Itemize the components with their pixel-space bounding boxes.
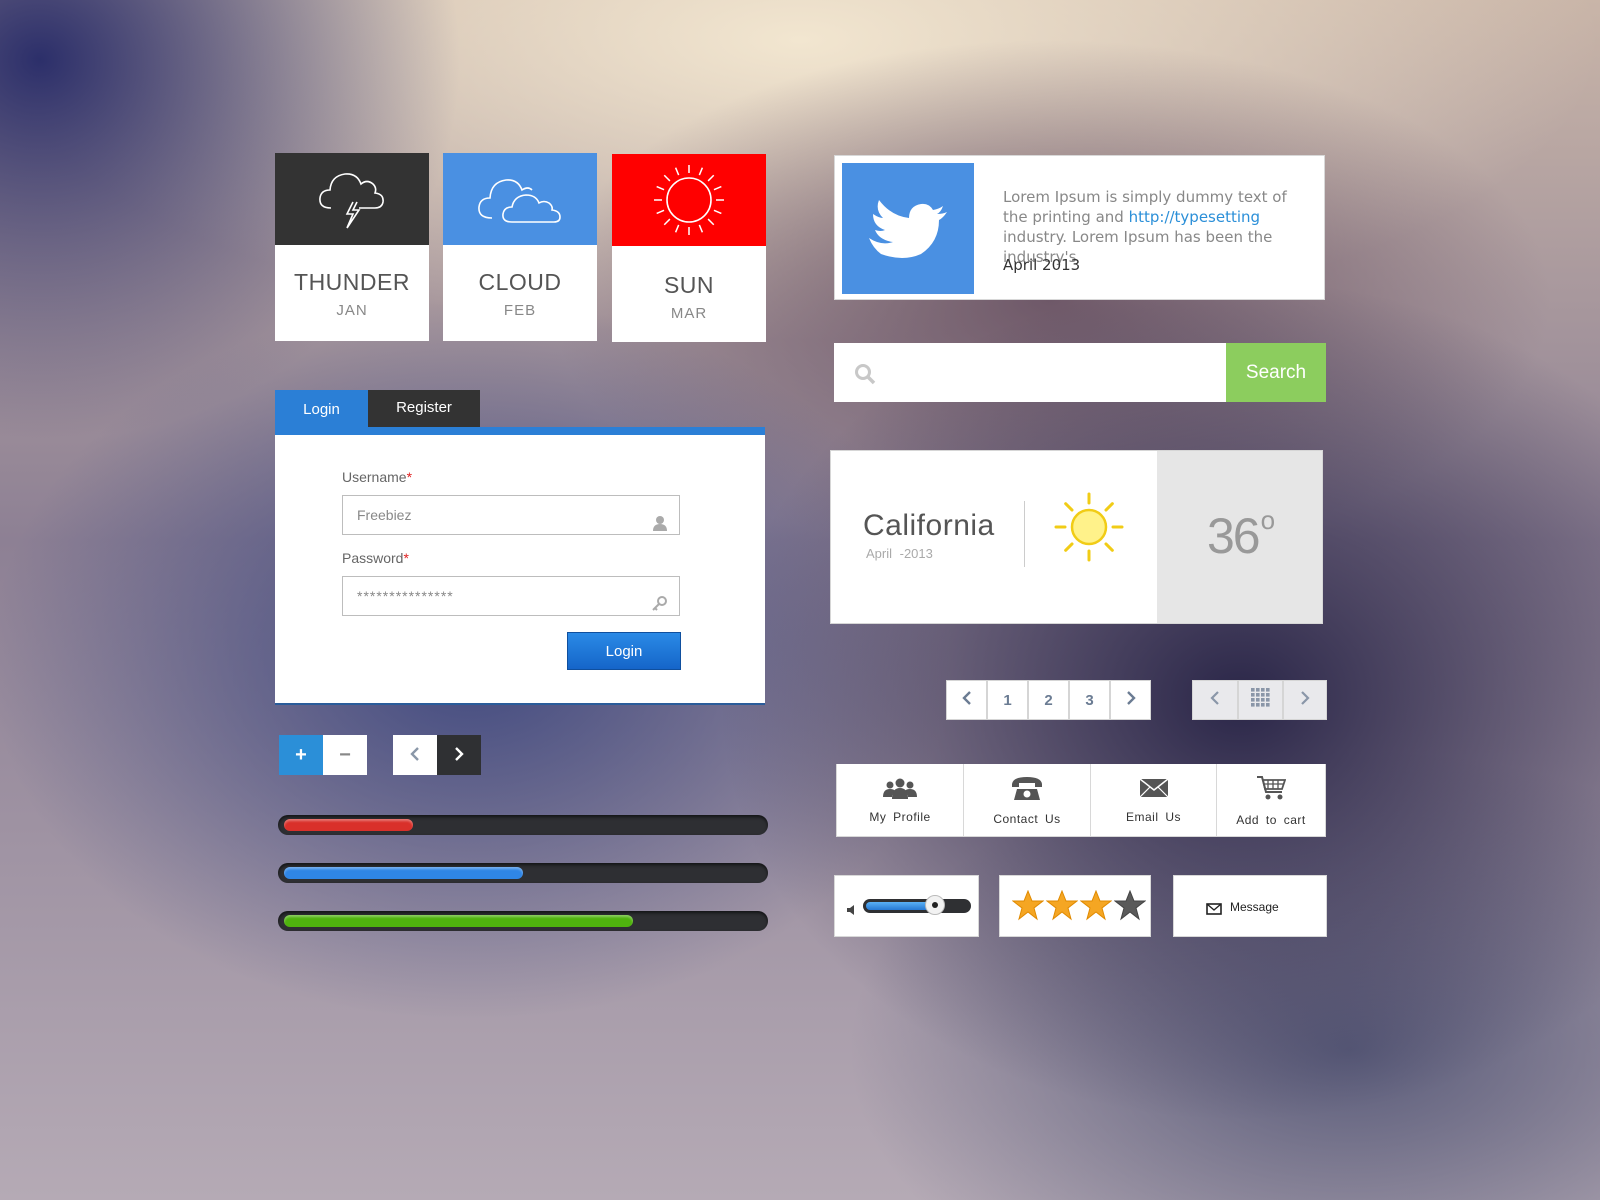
star-empty-icon[interactable] — [1113, 889, 1147, 927]
chevron-right-icon — [1300, 691, 1310, 709]
message-label: Message — [1230, 900, 1279, 914]
decrement-button[interactable]: − — [323, 735, 367, 775]
login-button[interactable]: Login — [567, 632, 681, 670]
sun-icon — [612, 154, 766, 246]
speaker-icon — [847, 902, 857, 920]
group-icon — [883, 777, 917, 804]
page-button-3[interactable]: 3 — [1069, 680, 1110, 720]
weather-tile-month: JAN — [336, 302, 368, 319]
weather-tile-month: MAR — [670, 305, 708, 322]
weather-tile-month: FEB — [503, 302, 537, 319]
my-profile-button[interactable]: My Profile — [837, 764, 964, 836]
search-button[interactable]: Search — [1226, 343, 1326, 402]
progress-bar-red — [278, 815, 768, 835]
password-field[interactable]: *************** — [342, 576, 680, 616]
star-filled-icon[interactable] — [1045, 889, 1079, 927]
user-icon — [653, 507, 667, 545]
star-filled-icon[interactable] — [1079, 889, 1113, 927]
envelope-icon — [1139, 777, 1169, 804]
prev-button[interactable] — [393, 735, 437, 775]
temperature-number: 36 — [1207, 508, 1261, 564]
volume-slider[interactable] — [863, 895, 971, 915]
next-button[interactable] — [437, 735, 481, 775]
weather-tile-name: SUN — [663, 272, 715, 298]
progress-bar-green — [278, 911, 768, 931]
tweet-link[interactable]: http://typesetting — [1129, 208, 1260, 226]
chevron-left-icon — [1210, 691, 1220, 709]
email-us-button[interactable]: Email Us — [1091, 764, 1217, 836]
weather-tile-cloud[interactable]: CLOUD FEB — [443, 153, 597, 341]
grid-view-button[interactable] — [1238, 680, 1283, 720]
phone-icon — [1011, 775, 1043, 806]
username-field[interactable]: Freebiez — [342, 495, 680, 535]
tab-login[interactable]: Login — [275, 390, 368, 428]
weather-city: California — [863, 509, 995, 542]
grid-prev-button[interactable] — [1192, 680, 1238, 720]
progress-fill — [284, 867, 523, 879]
contact-us-button[interactable]: Contact Us — [964, 764, 1091, 836]
chevron-left-icon — [410, 744, 420, 767]
grid-next-button[interactable] — [1283, 680, 1327, 720]
chevron-right-icon — [1126, 691, 1136, 709]
weather-tile-sun[interactable]: SUN MAR — [612, 154, 766, 342]
envelope-icon — [1206, 902, 1222, 920]
tab-register[interactable]: Register — [368, 390, 480, 428]
temperature-panel: 36o — [1157, 451, 1322, 623]
tweet-text: Lorem Ipsum is simply dummy text of the … — [1003, 187, 1303, 267]
login-form: Username* Freebiez Password* ***********… — [275, 427, 765, 705]
star-rating[interactable] — [999, 875, 1151, 937]
temperature-unit: o — [1260, 505, 1276, 535]
weather-widget: California April -2013 36o — [830, 450, 1323, 624]
username-value: Freebiez — [357, 507, 412, 523]
action-label: Email Us — [1125, 809, 1181, 824]
action-label: Contact Us — [993, 811, 1061, 826]
weather-tile-thunder[interactable]: THUNDER JAN — [275, 153, 429, 341]
page-next-button[interactable] — [1110, 680, 1151, 720]
twitter-bird-icon — [842, 163, 974, 294]
volume-widget — [834, 875, 979, 937]
tweet-date: April 2013 — [1003, 256, 1081, 274]
page-button-2[interactable]: 2 — [1028, 680, 1069, 720]
progress-fill — [284, 915, 633, 927]
action-label: My Profile — [869, 809, 931, 824]
progress-bar-blue — [278, 863, 768, 883]
cart-icon — [1256, 774, 1287, 807]
key-icon — [651, 588, 667, 626]
divider — [1024, 501, 1025, 567]
star-filled-icon[interactable] — [1011, 889, 1045, 927]
chevron-left-icon — [961, 691, 972, 709]
grid-icon — [1250, 688, 1271, 712]
password-label: Password* — [342, 550, 409, 566]
sun-icon — [1053, 491, 1125, 568]
page-prev-button[interactable] — [946, 680, 987, 720]
weather-date: April -2013 — [866, 546, 933, 561]
add-to-cart-button[interactable]: Add to cart — [1217, 764, 1325, 836]
message-button[interactable]: Message — [1173, 875, 1327, 937]
search-icon — [854, 363, 876, 390]
password-value: *************** — [357, 588, 454, 604]
progress-fill — [284, 819, 414, 831]
temperature-value: 36o — [1207, 505, 1276, 565]
cloud-icon — [443, 153, 597, 245]
action-label: Add to cart — [1236, 812, 1306, 827]
search-input[interactable] — [834, 343, 1226, 402]
weather-tile-name: CLOUD — [478, 269, 562, 295]
weather-tile-name: THUNDER — [294, 269, 410, 295]
page-button-1[interactable]: 1 — [987, 680, 1028, 720]
tweet-card: Lorem Ipsum is simply dummy text of the … — [834, 155, 1325, 300]
username-label: Username* — [342, 469, 413, 485]
increment-button[interactable]: + — [279, 735, 323, 775]
thunder-cloud-icon — [275, 153, 429, 245]
volume-knob[interactable] — [925, 895, 946, 915]
chevron-right-icon — [454, 744, 464, 767]
